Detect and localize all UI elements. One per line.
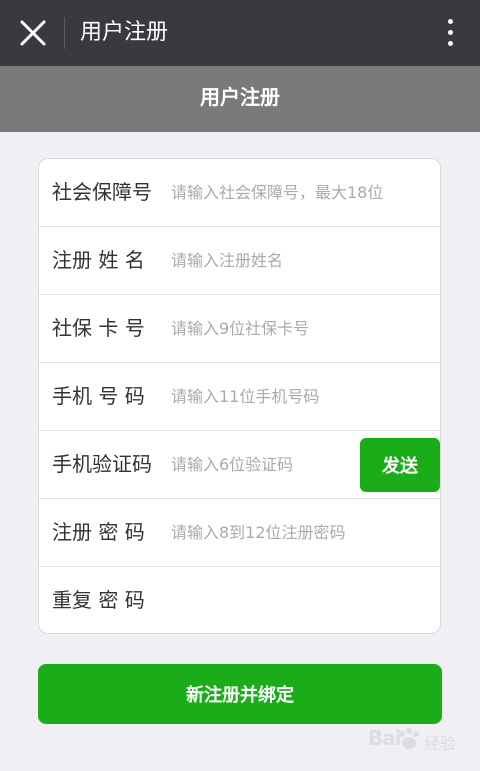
- ssn-input[interactable]: [171, 173, 421, 211]
- registration-form: 社会保障号 注册 姓 名 社保 卡 号 手机 号 码 手机验证码 发送 注册 密…: [38, 158, 441, 634]
- window-title: 用户注册: [80, 20, 169, 45]
- form-row-code: 手机验证码 发送: [39, 431, 440, 499]
- form-row-repeat-password: 重复 密 码: [39, 567, 440, 633]
- form-row-phone: 手机 号 码: [39, 363, 440, 431]
- top-bar: 用户注册: [0, 0, 480, 66]
- watermark-suffix: 经验: [424, 734, 457, 753]
- topbar-divider: [64, 17, 65, 49]
- register-bind-button[interactable]: 新注册并绑定: [38, 664, 442, 724]
- form-row-password: 注册 密 码: [39, 499, 440, 567]
- name-label: 注册 姓 名: [52, 248, 145, 272]
- watermark: Bai 经验: [368, 722, 468, 758]
- close-button[interactable]: [14, 14, 52, 52]
- card-number-input[interactable]: [171, 309, 421, 347]
- page-title: 用户注册: [0, 66, 480, 132]
- form-row-name: 注册 姓 名: [39, 227, 440, 295]
- phone-input[interactable]: [171, 377, 421, 415]
- more-button[interactable]: [438, 16, 462, 50]
- repeat-password-label: 重复 密 码: [52, 588, 145, 612]
- repeat-password-input[interactable]: [171, 581, 421, 619]
- phone-label: 手机 号 码: [52, 384, 145, 408]
- name-input[interactable]: [171, 241, 421, 279]
- more-vertical-icon: [448, 19, 453, 24]
- code-label: 手机验证码: [52, 452, 152, 476]
- password-input[interactable]: [171, 513, 421, 551]
- code-input[interactable]: [171, 445, 351, 483]
- send-code-button[interactable]: 发送: [360, 438, 440, 492]
- more-dot: [448, 30, 453, 35]
- form-row-ssn: 社会保障号: [39, 159, 440, 227]
- more-dot: [448, 41, 453, 46]
- paw-icon: [399, 728, 419, 749]
- form-row-card: 社保 卡 号: [39, 295, 440, 363]
- close-icon: [20, 20, 46, 46]
- ssn-label: 社会保障号: [52, 180, 152, 204]
- card-number-label: 社保 卡 号: [52, 316, 145, 340]
- password-label: 注册 密 码: [52, 520, 145, 544]
